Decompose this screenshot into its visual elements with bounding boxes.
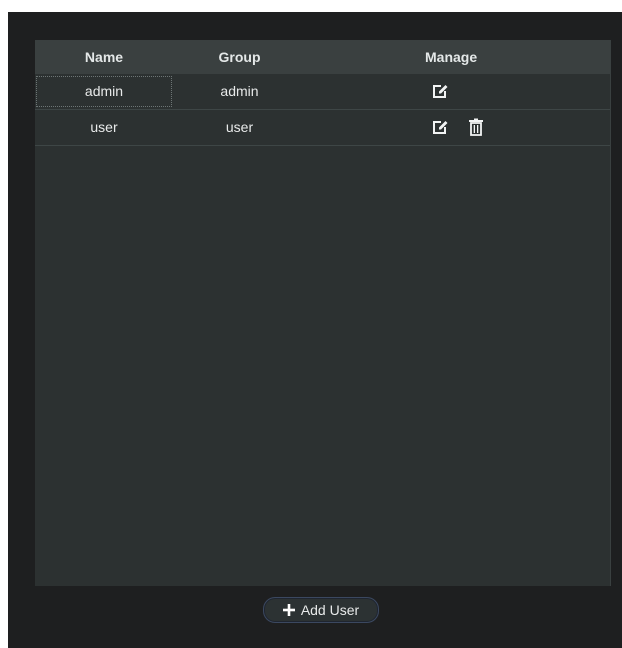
table-header: Name Group Manage — [35, 40, 610, 74]
add-user-label: Add User — [300, 602, 360, 618]
column-header-manage: Manage — [425, 49, 478, 65]
cell-group: admin — [220, 83, 259, 99]
table-row[interactable]: admin admin — [35, 74, 610, 110]
cell-group: user — [225, 119, 254, 135]
user-management-panel: Name Group Manage admin admin user user — [8, 12, 622, 648]
delete-icon[interactable] — [466, 117, 486, 137]
edit-icon[interactable] — [430, 81, 450, 101]
row-actions — [430, 81, 450, 101]
users-table: Name Group Manage admin admin user user — [35, 40, 611, 586]
column-header-name[interactable]: Name — [35, 40, 173, 74]
edit-icon[interactable] — [430, 117, 450, 137]
cell-name: user — [90, 119, 118, 135]
cell-name: admin — [84, 83, 124, 99]
table-row[interactable]: user user — [35, 110, 610, 146]
row-actions — [430, 117, 486, 137]
add-user-button[interactable]: Add User — [263, 597, 379, 623]
plus-icon — [282, 604, 295, 616]
column-header-group[interactable]: Group — [173, 40, 306, 74]
